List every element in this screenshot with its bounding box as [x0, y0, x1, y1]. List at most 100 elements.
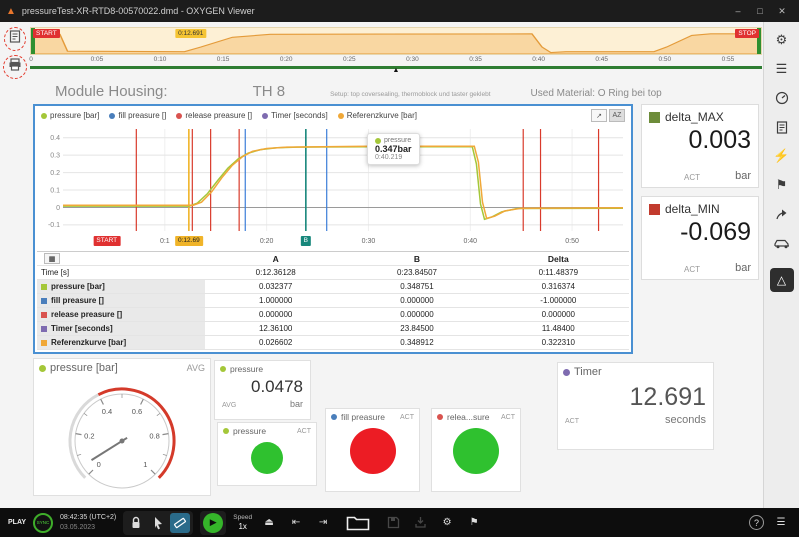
splitter-handle-icon[interactable]: ▲	[393, 67, 400, 74]
export-share-icon[interactable]	[770, 204, 794, 224]
cell-delta: 0.322310	[488, 338, 629, 347]
channel-color-square	[41, 284, 47, 290]
recorder-widget[interactable]: pressure [bar] fill preasure [] release …	[33, 104, 633, 354]
pan-zoom-mode-icon[interactable]: ↗	[591, 109, 607, 122]
report-icon[interactable]	[770, 117, 794, 137]
indicator-widget[interactable]: fill preasure ACT	[325, 408, 420, 492]
vehicle-can-icon[interactable]	[770, 233, 794, 253]
cell-delta: 11.48400	[488, 324, 629, 333]
legend-item[interactable]: fill preasure []	[109, 111, 166, 120]
indicator-title: pressure	[233, 426, 266, 436]
pane-splitter[interactable]: ▲	[30, 66, 762, 69]
cursor-a-badge[interactable]: 0:12.69	[175, 236, 203, 246]
delta-min-widget[interactable]: delta_MIN -0.069 ACT bar	[641, 196, 759, 280]
export-icon	[410, 513, 430, 533]
queue-list-icon[interactable]: ☰	[771, 513, 791, 533]
sync-badge[interactable]: SYNC	[33, 513, 53, 533]
analog-gauge-widget[interactable]: pressure [bar] AVG 00.20.40.60.81	[33, 358, 211, 496]
legend-item[interactable]: pressure [bar]	[41, 111, 99, 120]
channel-color-dot	[220, 366, 226, 372]
legend-item[interactable]: Referenzkurve [bar]	[338, 111, 417, 120]
cell-a: 12.36100	[205, 324, 346, 333]
legend-label: fill preasure []	[118, 111, 166, 120]
channel-color-dot	[39, 365, 46, 372]
legend-item[interactable]: release preasure []	[176, 111, 252, 120]
header-row: Module Housing: TH 8 Setup: top coversea…	[0, 79, 763, 102]
annotation-circle	[3, 55, 27, 79]
speed-value: 1x	[238, 522, 246, 532]
transport-bar: PLAY SYNC 08:42:35 (UTC+2) 03.05.2023 ▶ …	[0, 508, 799, 537]
cell-delta: 0.316374	[488, 282, 629, 291]
maximize-button[interactable]: □	[749, 6, 771, 17]
settings-gear-icon[interactable]: ⚙	[770, 30, 794, 50]
svg-text:0.4: 0.4	[50, 135, 60, 142]
skip-to-start-icon[interactable]: ⇤	[286, 513, 306, 533]
alerts-triangle-button[interactable]: △	[770, 268, 794, 292]
marker-flag-icon[interactable]: ⚑	[770, 175, 794, 195]
report-icon[interactable]	[9, 30, 21, 48]
cell-delta: -1.000000	[488, 296, 629, 305]
cursor-pointer-icon[interactable]	[148, 513, 168, 533]
meter-value: 12.691	[558, 383, 713, 412]
legend-label: release preasure []	[185, 111, 252, 120]
print-icon[interactable]	[8, 58, 22, 76]
widgets-row: pressure [bar] AVG 00.20.40.60.81 pressu…	[0, 358, 763, 508]
value-tooltip: pressure 0.347bar 0:40.219	[367, 133, 420, 165]
channel-list-icon[interactable]: ☰	[770, 59, 794, 79]
minimize-button[interactable]: –	[727, 6, 749, 17]
table-row: Referenzkurve [bar] 0.026602 0.348912 0.…	[37, 336, 629, 350]
power-lightning-icon[interactable]: ⚡	[770, 146, 794, 166]
settings-gear-icon[interactable]: ⚙	[437, 513, 457, 533]
cell-b: 0.000000	[346, 310, 487, 319]
series-color-dot	[41, 113, 47, 119]
current-date: 03.05.2023	[60, 523, 116, 532]
instruments-dial-icon[interactable]	[770, 88, 794, 108]
table-row: Timer [seconds] 12.36100 23.84500 11.484…	[37, 322, 629, 336]
autoscale-icon[interactable]: AZ	[609, 109, 625, 122]
digital-meter-widget[interactable]: Timer 12.691 ACT seconds	[557, 362, 714, 450]
legend-label: Referenzkurve [bar]	[347, 111, 417, 120]
delta-max-widget[interactable]: delta_MAX 0.003 ACT bar	[641, 104, 759, 188]
gauge-title: pressure [bar]	[50, 362, 118, 374]
indicator-title: relea...sure	[447, 412, 490, 422]
play-button[interactable]: ▶	[203, 513, 223, 533]
unit-label: bar	[290, 399, 303, 409]
clock: 08:42:35 (UTC+2) 03.05.2023	[60, 513, 116, 531]
speed-control[interactable]: Speed 1x	[233, 514, 252, 531]
col-header-b: B	[346, 254, 487, 264]
table-grid-icon[interactable]: ▦	[44, 253, 60, 264]
overview-time-label: 0:05	[91, 56, 104, 63]
legend-item[interactable]: Timer [seconds]	[262, 111, 328, 120]
help-icon[interactable]: ?	[749, 515, 764, 530]
lock-icon[interactable]	[126, 513, 146, 533]
indicator-widget[interactable]: relea...sure ACT	[431, 408, 521, 492]
timeline-overview[interactable]: START STOP 0:12.691 00:050:100:150:200:2…	[30, 27, 762, 79]
tooltip-series-dot	[375, 138, 381, 144]
cursor-b-badge[interactable]: B	[301, 236, 311, 246]
overview-chart	[31, 28, 761, 54]
time-marker-badge[interactable]: 0:12.691	[175, 29, 206, 38]
indicator-widget[interactable]: pressure ACT	[217, 422, 317, 486]
table-row: release preasure [] 0.000000 0.000000 0.…	[37, 308, 629, 322]
unit-label: seconds	[665, 414, 706, 426]
close-button[interactable]: ✕	[771, 6, 793, 17]
start-badge: START	[33, 29, 60, 38]
main-content: START STOP 0:12.691 00:050:100:150:200:2…	[0, 22, 763, 508]
open-file-folder-icon[interactable]	[340, 511, 376, 535]
flag-marker-icon[interactable]: ⚑	[464, 513, 484, 533]
svg-text:0.2: 0.2	[50, 170, 60, 177]
measure-ruler-icon[interactable]	[170, 513, 190, 533]
module-housing-value: TH 8	[253, 83, 286, 100]
row-label: fill preasure []	[51, 296, 104, 305]
legend-label: Timer [seconds]	[271, 111, 328, 120]
digital-meter-widget[interactable]: pressure 0.0478 AVG bar	[214, 360, 311, 420]
app-window: ▲ pressureTest-XR-RTD8-00570022.dmd - OX…	[0, 0, 799, 537]
table-row: pressure [bar] 0.032377 0.348751 0.31637…	[37, 280, 629, 294]
chart-plot-area[interactable]: 0.40.30.20.10-0.1 pressure 0.347bar 0:40…	[37, 123, 629, 235]
skip-to-end-icon[interactable]: ⇥	[313, 513, 333, 533]
overview-waveform[interactable]: START STOP 0:12.691	[30, 27, 762, 55]
eject-icon[interactable]: ⏏	[259, 513, 279, 533]
save-icon	[383, 513, 403, 533]
channel-color-dot	[331, 414, 337, 420]
cell-b: 23.84500	[346, 324, 487, 333]
